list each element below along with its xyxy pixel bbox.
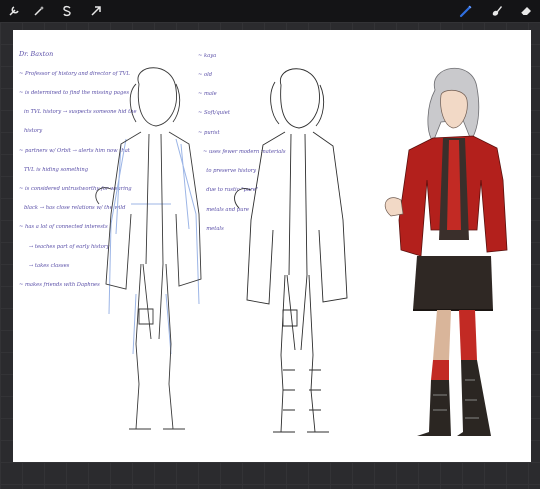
magic-wand-icon[interactable] [29, 1, 49, 21]
top-toolbar [0, 0, 540, 22]
wrench-icon[interactable] [4, 1, 24, 21]
transform-arrow-icon[interactable] [86, 1, 106, 21]
brush-icon[interactable] [456, 1, 476, 21]
figure-colored [384, 67, 508, 436]
smudge-icon[interactable] [487, 1, 507, 21]
figure-rough-sketch [95, 67, 202, 430]
figure-lineart [234, 68, 348, 433]
eraser-icon[interactable] [516, 1, 536, 21]
drawing-canvas[interactable]: Dr. Baxton ~ Professor of history and di… [13, 30, 531, 462]
selection-s-icon[interactable] [57, 1, 77, 21]
